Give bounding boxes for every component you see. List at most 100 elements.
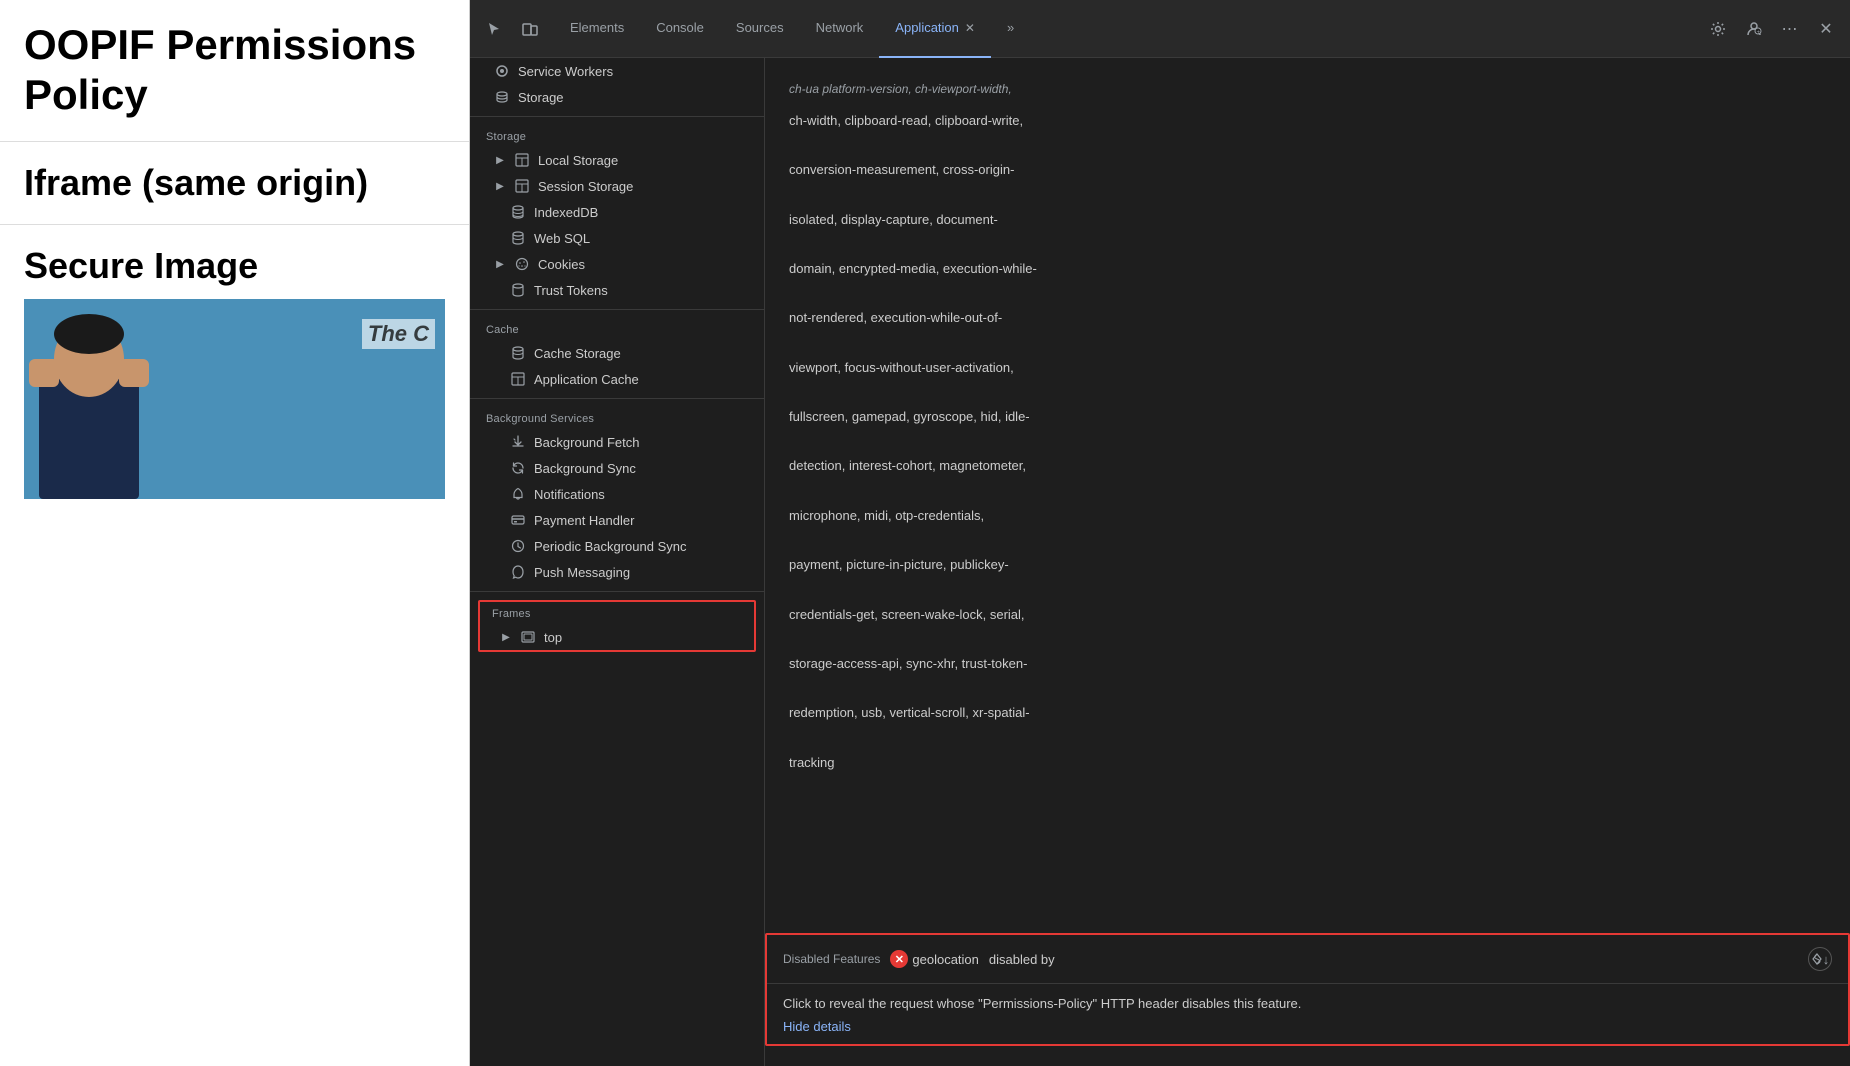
- newspaper-overlay-text: The C: [362, 319, 435, 349]
- sidebar-item-payment-handler[interactable]: Payment Handler: [470, 507, 764, 533]
- application-cache-icon: [510, 371, 526, 387]
- permissions-policy-text: ch-ua platform-version, ch-viewport-widt…: [789, 78, 1289, 775]
- toolbar-left-icons: [478, 13, 546, 45]
- info-icon-btn[interactable]: ↓: [1808, 947, 1832, 971]
- close-devtools-icon: ✕: [1819, 19, 1832, 39]
- sidebar-item-storage-top[interactable]: Storage: [470, 84, 764, 110]
- tab-more[interactable]: »: [991, 0, 1030, 58]
- devtools-tabs: Elements Console Sources Network Applica…: [554, 0, 1702, 58]
- cookies-icon: [514, 256, 530, 272]
- push-messaging-icon: [510, 564, 526, 580]
- feature-name: geolocation: [912, 952, 979, 967]
- cookies-arrow: ▶: [494, 258, 506, 270]
- tab-network[interactable]: Network: [800, 0, 880, 58]
- sidebar-item-cache-storage[interactable]: Cache Storage: [470, 340, 764, 366]
- secure-image-heading: Secure Image: [24, 245, 445, 287]
- service-workers-icon: [494, 63, 510, 79]
- divider-4: [470, 591, 764, 592]
- session-storage-icon: [514, 178, 530, 194]
- web-sql-icon: [510, 230, 526, 246]
- sidebar-item-notifications[interactable]: Notifications: [470, 481, 764, 507]
- devtools-body: Service Workers Storage Storage ▶: [470, 58, 1850, 1066]
- cursor-icon-btn[interactable]: [478, 13, 510, 45]
- oopif-section: OOPIF Permissions Policy: [0, 0, 469, 142]
- frames-section: Frames ▶ top: [478, 600, 756, 652]
- disabled-features-description: Click to reveal the request whose "Permi…: [783, 994, 1832, 1015]
- settings-icon: [1710, 21, 1726, 37]
- local-storage-icon: [514, 152, 530, 168]
- cursor-icon: [486, 21, 502, 37]
- indexeddb-icon: [510, 204, 526, 220]
- tab-elements[interactable]: Elements: [554, 0, 640, 58]
- disabled-by-text: disabled by: [989, 952, 1055, 967]
- user-icon: +: [1746, 21, 1762, 37]
- iframe-section: Iframe (same origin): [0, 142, 469, 225]
- background-services-header: Background Services: [470, 405, 764, 429]
- devtools-sidebar: Service Workers Storage Storage ▶: [470, 58, 765, 1066]
- red-x-icon: ✕: [890, 950, 908, 968]
- disabled-features-body: Click to reveal the request whose "Permi…: [767, 984, 1848, 1044]
- sidebar-item-web-sql[interactable]: Web SQL: [470, 225, 764, 251]
- tab-console[interactable]: Console: [640, 0, 720, 58]
- tab-application[interactable]: Application ✕: [879, 0, 991, 58]
- devtools-panel: Elements Console Sources Network Applica…: [470, 0, 1850, 1066]
- devtools-main-content: ch-ua platform-version, ch-viewport-widt…: [765, 58, 1850, 1066]
- payment-handler-icon: [510, 512, 526, 528]
- disabled-features-box: Disabled Features ✕ geolocation disabled…: [765, 933, 1850, 1046]
- user-icon-btn[interactable]: +: [1738, 13, 1770, 45]
- settings-icon-btn[interactable]: [1702, 13, 1734, 45]
- devtools-toolbar: Elements Console Sources Network Applica…: [470, 0, 1850, 58]
- device-toggle-icon: [522, 21, 538, 37]
- divider-3: [470, 398, 764, 399]
- text-top-partial: ch-ua platform-version, ch-viewport-widt…: [789, 78, 1289, 101]
- frames-section-header: Frames: [480, 602, 754, 624]
- sidebar-item-cookies[interactable]: ▶ Cookies: [470, 251, 764, 277]
- more-options-btn[interactable]: ⋯: [1774, 13, 1806, 45]
- sidebar-item-top-frame[interactable]: ▶ top: [480, 624, 754, 650]
- disabled-features-label: Disabled Features: [783, 952, 880, 966]
- session-storage-arrow: ▶: [494, 180, 506, 192]
- disabled-feature-badge: ✕ geolocation: [890, 950, 979, 968]
- divider-1: [470, 116, 764, 117]
- svg-text:+: +: [1757, 30, 1761, 36]
- sidebar-item-indexeddb[interactable]: IndexedDB: [470, 199, 764, 225]
- notifications-icon: [510, 486, 526, 502]
- cache-section-header: Cache: [470, 316, 764, 340]
- cache-storage-icon: [510, 345, 526, 361]
- text-body: ch-width, clipboard-read, clipboard-writ…: [789, 109, 1289, 776]
- sidebar-item-background-sync[interactable]: Background Sync: [470, 455, 764, 481]
- sidebar-item-local-storage[interactable]: ▶ Local Storage: [470, 147, 764, 173]
- sidebar-item-periodic-background-sync[interactable]: Periodic Background Sync: [470, 533, 764, 559]
- disabled-features-header: Disabled Features ✕ geolocation disabled…: [767, 935, 1848, 984]
- hide-details-link[interactable]: Hide details: [783, 1019, 1832, 1034]
- oopif-heading: OOPIF Permissions Policy: [24, 20, 445, 121]
- storage-top-icon: [494, 89, 510, 105]
- sidebar-item-push-messaging[interactable]: Push Messaging: [470, 559, 764, 585]
- storage-section-header: Storage: [470, 123, 764, 147]
- sidebar-item-session-storage[interactable]: ▶ Session Storage: [470, 173, 764, 199]
- webpage-panel: OOPIF Permissions Policy Iframe (same or…: [0, 0, 470, 1066]
- tab-sources[interactable]: Sources: [720, 0, 800, 58]
- sidebar-item-service-workers[interactable]: Service Workers: [470, 58, 764, 84]
- device-toggle-btn[interactable]: [514, 13, 546, 45]
- sidebar-item-trust-tokens[interactable]: Trust Tokens: [470, 277, 764, 303]
- secure-image-placeholder: The C: [24, 299, 445, 499]
- background-fetch-icon: [510, 434, 526, 450]
- tab-application-close[interactable]: ✕: [965, 21, 975, 35]
- secure-image-section: Secure Image The C: [0, 225, 469, 499]
- local-storage-arrow: ▶: [494, 154, 506, 166]
- info-icon: [1811, 953, 1823, 965]
- toolbar-right-icons: + ⋯ ✕: [1702, 13, 1842, 45]
- close-devtools-btn[interactable]: ✕: [1810, 13, 1842, 45]
- person-silhouette: [24, 299, 154, 499]
- sidebar-item-application-cache[interactable]: Application Cache: [470, 366, 764, 392]
- iframe-heading: Iframe (same origin): [24, 162, 445, 204]
- top-frame-icon: [520, 629, 536, 645]
- background-sync-icon: [510, 460, 526, 476]
- more-options-icon: ⋯: [1782, 19, 1799, 39]
- sidebar-item-background-fetch[interactable]: Background Fetch: [470, 429, 764, 455]
- divider-2: [470, 309, 764, 310]
- trust-tokens-icon: [510, 282, 526, 298]
- top-frame-arrow: ▶: [500, 631, 512, 643]
- periodic-background-sync-icon: [510, 538, 526, 554]
